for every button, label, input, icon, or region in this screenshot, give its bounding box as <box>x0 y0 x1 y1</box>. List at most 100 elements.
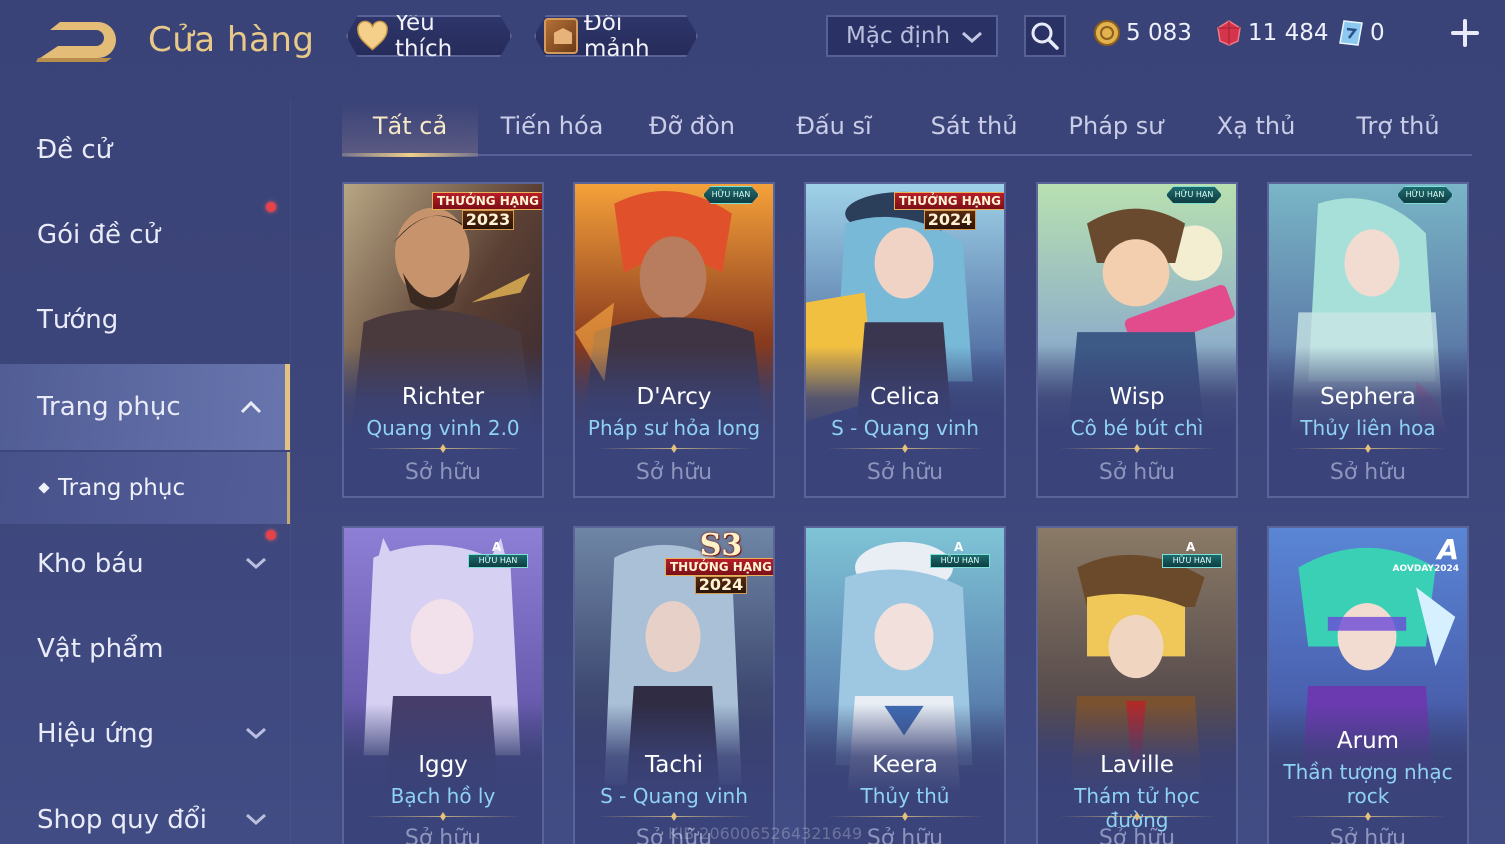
rank-reward-badge: THƯỞNG HẠNG 2024 <box>894 188 1004 236</box>
ruby-currency: 11 484 <box>1216 16 1328 50</box>
notification-dot <box>266 202 276 212</box>
shard-exchange-label: Đổi mảnh <box>583 10 650 62</box>
sidebar: Đề cử Gói đề cử Tướng Trang phục Trang p… <box>0 100 291 844</box>
sidebar-item-recommended-bundle[interactable]: Gói đề cử <box>0 195 290 275</box>
skin-card-richter[interactable]: THƯỞNG HẠNG 2023 Richter Quang vinh 2.0 … <box>342 182 544 498</box>
skin-name: Quang vinh 2.0 <box>366 416 520 440</box>
hero-name: Laville <box>1100 752 1174 778</box>
sidebar-item-label: Vật phẩm <box>37 634 164 664</box>
limited-badge: HỮU HẠN <box>1166 186 1222 204</box>
chevron-down-icon <box>962 31 982 44</box>
chevron-down-icon <box>246 813 266 826</box>
skin-name: Pháp sư hỏa long <box>587 416 761 440</box>
voucher-currency: 0 <box>1338 16 1385 50</box>
sidebar-item-heroes[interactable]: Tướng <box>0 280 290 360</box>
sidebar-item-label: Shop quy đổi <box>37 805 207 835</box>
skin-name: Cô bé bút chì <box>1070 416 1204 440</box>
sidebar-item-label: Hiệu ứng <box>37 719 154 749</box>
card-separator <box>1058 448 1216 449</box>
back-arrow-icon[interactable] <box>36 18 116 62</box>
voucher-amount: 0 <box>1370 20 1385 46</box>
chevron-up-icon <box>240 400 262 414</box>
tab-assassin[interactable]: Sát thủ <box>906 104 1042 154</box>
skin-card-tachi[interactable]: S3 THƯỞNG HẠNG 2024 Tachi S - Quang vinh… <box>573 526 775 844</box>
skin-card-darcy[interactable]: HỮU HẠN D'Arcy Pháp sư hỏa long Sở hữu <box>573 182 775 498</box>
card-separator <box>595 816 753 817</box>
sidebar-subitem-skins[interactable]: Trang phục <box>0 452 290 524</box>
tab-support[interactable]: Trợ thủ <box>1330 104 1466 154</box>
sidebar-item-treasure[interactable]: Kho báu <box>0 524 290 604</box>
favorite-label: Yêu thích <box>394 10 453 62</box>
gold-currency: 5 083 <box>1094 16 1192 50</box>
card-separator <box>1289 816 1447 817</box>
ruby-icon <box>1217 20 1241 46</box>
skin-card-iggy[interactable]: A HỮU HẠN Iggy Bạch hồ ly Sở hữu <box>342 526 544 844</box>
limited-badge: A HỮU HẠN <box>468 540 528 570</box>
page-title: Cửa hàng <box>148 20 315 60</box>
treasure-chest-icon <box>544 18 578 54</box>
tab-fighter[interactable]: Đấu sĩ <box>766 104 902 154</box>
owned-status: Sở hữu <box>404 826 482 844</box>
diamond-bullet-icon <box>38 482 50 494</box>
skin-name: S - Quang vinh <box>600 784 748 808</box>
card-separator <box>1289 448 1447 449</box>
ruby-amount: 11 484 <box>1248 20 1329 46</box>
card-separator <box>364 816 522 817</box>
skin-name: Thủy liên hoa <box>1300 416 1436 440</box>
aov-day-badge: A AOVDAY2024 <box>1392 533 1459 575</box>
sort-dropdown[interactable]: Mặc định <box>826 15 998 57</box>
owned-status: Sở hữu <box>1329 826 1407 844</box>
card-separator <box>595 448 753 449</box>
hero-name: Keera <box>872 752 938 778</box>
skin-card-keera[interactable]: A HỮU HẠN Keera Thủy thủ Sở hữu <box>804 526 1006 844</box>
skin-card-celica[interactable]: THƯỞNG HẠNG 2024 Celica S - Quang vinh S… <box>804 182 1006 498</box>
tab-evolution[interactable]: Tiến hóa <box>484 104 620 154</box>
tab-all[interactable]: Tất cả <box>342 104 478 157</box>
skin-card-arum[interactable]: A AOVDAY2024 Arum Thần tượng nhạc rock S… <box>1267 526 1469 844</box>
skin-card-laville[interactable]: A HỮU HẠN Laville Thám tử học đường Sở h… <box>1036 526 1238 844</box>
limited-badge: HỮU HẠN <box>703 186 759 204</box>
skin-grid: THƯỞNG HẠNG 2023 Richter Quang vinh 2.0 … <box>342 182 1472 844</box>
skin-card-sephera[interactable]: HỮU HẠN Sephera Thủy liên hoa Sở hữu <box>1267 182 1469 498</box>
card-separator <box>826 816 984 817</box>
watermark-text: KIB 2060065264321649 <box>668 824 863 843</box>
gold-amount: 5 083 <box>1126 20 1192 46</box>
sidebar-divider <box>290 100 291 844</box>
skin-name: Thám tử học đường <box>1074 784 1200 832</box>
owned-status: Sở hữu <box>635 460 713 485</box>
card-separator <box>364 448 522 449</box>
chevron-down-icon <box>246 557 266 570</box>
plus-icon[interactable] <box>1450 18 1480 48</box>
search-button[interactable] <box>1024 15 1066 57</box>
notification-dot <box>266 530 276 540</box>
owned-status: Sở hữu <box>1098 460 1176 485</box>
favorite-button[interactable]: Yêu thích <box>346 15 512 57</box>
gold-coin-icon <box>1094 20 1120 46</box>
tab-marksman[interactable]: Xạ thủ <box>1188 104 1324 154</box>
tab-tank[interactable]: Đỡ đòn <box>624 104 760 154</box>
sidebar-item-skins[interactable]: Trang phục <box>0 364 290 450</box>
skin-name: Thần tượng nhạc rock <box>1283 760 1453 808</box>
sidebar-item-effects[interactable]: Hiệu ứng <box>0 694 290 774</box>
shard-exchange-button[interactable]: Đổi mảnh <box>534 15 698 57</box>
sidebar-item-label: Trang phục <box>37 392 181 422</box>
owned-status: Sở hữu <box>1098 826 1176 844</box>
sidebar-item-label: Đề cử <box>37 135 113 165</box>
category-tabs: Tất cả Tiến hóa Đỡ đòn Đấu sĩ Sát thủ Ph… <box>342 104 1472 157</box>
heart-icon <box>356 20 389 52</box>
skin-name: S - Quang vinh <box>831 416 979 440</box>
sidebar-item-items[interactable]: Vật phẩm <box>0 609 290 689</box>
sidebar-item-exchange-shop[interactable]: Shop quy đổi <box>0 780 290 844</box>
skin-name: Thủy thủ <box>860 784 950 808</box>
sidebar-item-label: Tướng <box>37 305 119 335</box>
limited-badge: A HỮU HẠN <box>930 540 990 570</box>
owned-status: Sở hữu <box>866 460 944 485</box>
search-icon <box>1031 22 1059 50</box>
hero-name: Celica <box>870 384 940 410</box>
sidebar-item-recommended[interactable]: Đề cử <box>0 110 290 190</box>
tab-mage[interactable]: Pháp sư <box>1048 104 1184 154</box>
hero-name: D'Arcy <box>636 384 712 410</box>
sidebar-subitem-label: Trang phục <box>58 475 186 501</box>
skin-card-wisp[interactable]: HỮU HẠN Wisp Cô bé bút chì Sở hữu <box>1036 182 1238 498</box>
sidebar-item-label: Gói đề cử <box>37 220 161 250</box>
